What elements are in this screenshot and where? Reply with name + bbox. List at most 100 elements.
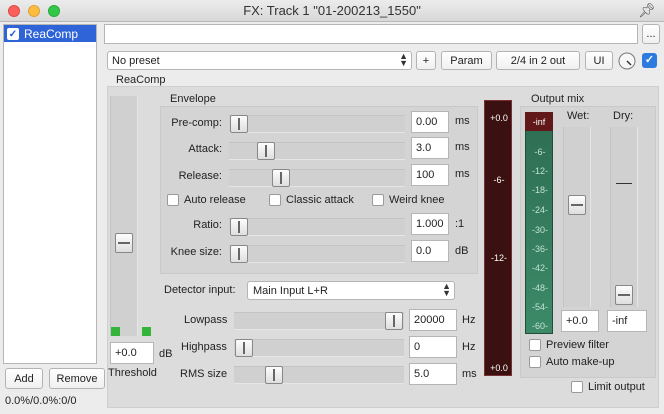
- rms-size-slider[interactable]: [234, 366, 404, 384]
- detector-input-value: Main Input L+R: [253, 284, 328, 297]
- bypass-checkbox[interactable]: ✓: [642, 53, 657, 68]
- output-meter-tick: -30-: [531, 225, 548, 235]
- auto-release-label: Auto release: [184, 194, 246, 206]
- preview-filter-checkbox[interactable]: [529, 339, 541, 351]
- envelope-title: Envelope: [170, 93, 216, 105]
- io-routing-button[interactable]: 2/4 in 2 out: [496, 51, 580, 70]
- remove-fx-button[interactable]: Remove: [49, 368, 105, 389]
- lowpass-unit: Hz: [462, 314, 476, 326]
- attack-field[interactable]: 3.0: [411, 137, 449, 159]
- input-level-left: [111, 327, 120, 336]
- output-meter-tick: -6-: [534, 147, 546, 157]
- lowpass-slider-knob[interactable]: [385, 312, 403, 330]
- threshold-unit: dB: [159, 348, 173, 360]
- plugin-title: ReaComp: [116, 74, 166, 86]
- attack-slider[interactable]: [229, 142, 405, 160]
- dry-unity-mark: [616, 183, 632, 184]
- lowpass-field[interactable]: 20000: [409, 309, 457, 331]
- fx-name: ReaComp: [24, 26, 79, 41]
- meter-tick: -12-: [490, 253, 507, 263]
- threshold-slider-knob[interactable]: [115, 233, 133, 253]
- attack-label: Attack:: [188, 143, 222, 155]
- wet-label: Wet:: [567, 110, 590, 122]
- precomp-slider-knob[interactable]: [230, 115, 248, 133]
- limit-output-checkbox[interactable]: [571, 381, 583, 393]
- output-meter-peak: -inf: [525, 112, 553, 131]
- threshold-slider-track[interactable]: [110, 96, 138, 336]
- attack-slider-knob[interactable]: [257, 142, 275, 160]
- release-slider-knob[interactable]: [272, 169, 290, 187]
- ui-button[interactable]: UI: [585, 51, 613, 70]
- knee-size-label: Knee size:: [170, 246, 222, 258]
- output-meter-tick: -18-: [531, 185, 548, 195]
- dry-slider-track[interactable]: [610, 127, 638, 307]
- dry-label: Dry:: [613, 110, 634, 122]
- preset-plus-button[interactable]: +: [416, 51, 436, 70]
- knee-size-field[interactable]: 0.0: [411, 240, 449, 262]
- precomp-field[interactable]: 0.00: [411, 111, 449, 133]
- wet-field[interactable]: +0.0: [561, 310, 599, 332]
- limit-output-label: Limit output: [588, 381, 645, 393]
- ratio-field[interactable]: 1.000: [411, 213, 449, 235]
- dry-field[interactable]: -inf: [607, 310, 647, 332]
- release-label: Release:: [178, 170, 222, 182]
- wet-slider-knob[interactable]: [568, 195, 586, 215]
- detector-input-label: Detector input:: [164, 284, 236, 296]
- meter-tick: -6-: [493, 175, 505, 185]
- ratio-slider-knob[interactable]: [230, 218, 248, 236]
- wet-slider-track[interactable]: [563, 127, 591, 307]
- rms-size-slider-knob[interactable]: [265, 366, 283, 384]
- classic-attack-label: Classic attack: [286, 194, 354, 206]
- lowpass-slider[interactable]: [234, 312, 404, 330]
- release-field[interactable]: 100: [411, 164, 449, 186]
- auto-makeup-checkbox[interactable]: [529, 356, 541, 368]
- highpass-field[interactable]: 0: [409, 336, 457, 358]
- output-meter-tick: -60-: [531, 321, 548, 331]
- window-title: FX: Track 1 "01-200213_1550": [243, 3, 421, 18]
- preset-dropdown[interactable]: No preset ▲ ▼: [107, 51, 412, 70]
- rms-size-field[interactable]: 5.0: [409, 363, 457, 385]
- meter-tick: +0.0: [490, 363, 508, 373]
- wet-knob-icon[interactable]: [617, 51, 637, 71]
- highpass-slider[interactable]: [234, 339, 404, 357]
- knee-size-slider[interactable]: [229, 245, 405, 263]
- dry-slider-knob[interactable]: [615, 285, 633, 305]
- more-button[interactable]: ...: [642, 24, 660, 44]
- threshold-field[interactable]: +0.0: [110, 342, 154, 364]
- ratio-slider[interactable]: [229, 218, 405, 236]
- title-bar: FX: Track 1 "01-200213_1550" 📌︎: [0, 0, 664, 22]
- precomp-label: Pre-comp:: [171, 117, 222, 129]
- ratio-label: Ratio:: [193, 219, 222, 231]
- highpass-unit: Hz: [462, 341, 476, 353]
- pin-icon[interactable]: 📌︎: [638, 2, 656, 19]
- weird-knee-label: Weird knee: [389, 194, 445, 206]
- cpu-status: 0.0%/0.0%:0/0: [5, 395, 77, 407]
- weird-knee-checkbox[interactable]: [372, 194, 384, 206]
- output-meter-tick: -54-: [531, 302, 548, 312]
- preview-filter-label: Preview filter: [546, 339, 609, 351]
- fx-name-field[interactable]: [104, 24, 638, 44]
- auto-makeup-label: Auto make-up: [546, 356, 615, 368]
- add-fx-button[interactable]: Add: [5, 368, 43, 389]
- auto-release-checkbox[interactable]: [167, 194, 179, 206]
- classic-attack-checkbox[interactable]: [269, 194, 281, 206]
- rms-size-unit: ms: [462, 368, 477, 380]
- ratio-unit: :1: [455, 218, 465, 230]
- release-slider[interactable]: [229, 169, 405, 187]
- preset-value: No preset: [112, 54, 160, 67]
- fx-list-item[interactable]: ✓ ReaComp: [4, 25, 96, 42]
- highpass-slider-knob[interactable]: [235, 339, 253, 357]
- detector-input-dropdown[interactable]: Main Input L+R ▲ ▼: [247, 281, 455, 300]
- output-meter-tick: -42-: [531, 263, 548, 273]
- precomp-unit: ms: [455, 115, 470, 127]
- gain-reduction-meter: +0.0 -6- -12- +0.0: [484, 100, 512, 376]
- knee-size-slider-knob[interactable]: [230, 245, 248, 263]
- output-meter-tick: -12-: [531, 166, 548, 176]
- output-mix-title: Output mix: [531, 93, 585, 105]
- param-button[interactable]: Param: [441, 51, 492, 70]
- fx-enable-checkbox[interactable]: ✓: [7, 27, 19, 40]
- highpass-label: Highpass: [181, 341, 227, 353]
- rms-size-label: RMS size: [180, 368, 228, 380]
- precomp-slider[interactable]: [229, 115, 405, 133]
- output-meter-tick: -48-: [531, 283, 548, 293]
